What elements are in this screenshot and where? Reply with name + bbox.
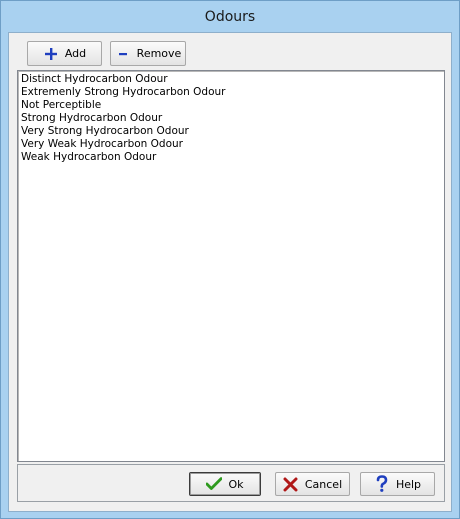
cancel-button-label: Cancel [304, 477, 343, 491]
list-item[interactable]: Very Weak Hydrocarbon Odour [20, 138, 442, 151]
list-item[interactable]: Strong Hydrocarbon Odour [20, 112, 442, 125]
list-item[interactable]: Not Perceptible [20, 99, 442, 112]
x-icon [283, 476, 299, 492]
help-button-label: Help [395, 477, 422, 491]
add-button[interactable]: Add [27, 41, 102, 66]
list-item[interactable]: Extremenly Strong Hydrocarbon Odour [20, 86, 442, 99]
odours-listbox[interactable]: Distinct Hydrocarbon Odour Extremenly St… [17, 70, 445, 462]
ok-button[interactable]: Ok [189, 472, 261, 496]
button-panel: Ok Cancel Help [17, 464, 445, 502]
list-item[interactable]: Weak Hydrocarbon Odour [20, 151, 442, 164]
dialog-client-area: Add Remove Distinct Hydrocarbon Odour Ex… [8, 32, 452, 512]
help-button[interactable]: Help [360, 472, 435, 496]
title-bar[interactable]: Odours [1, 1, 459, 32]
window-title: Odours [204, 8, 256, 25]
cancel-button[interactable]: Cancel [275, 472, 350, 496]
list-item[interactable]: Very Strong Hydrocarbon Odour [20, 125, 442, 138]
remove-button[interactable]: Remove [110, 41, 186, 66]
question-icon [374, 475, 390, 492]
minus-icon [115, 46, 131, 62]
list-item[interactable]: Distinct Hydrocarbon Odour [20, 73, 442, 86]
checkmark-icon [206, 476, 223, 492]
ok-button-label: Ok [228, 477, 244, 491]
odours-dialog: Odours Add Remove Distinct Hydrocarbon O… [0, 0, 460, 519]
remove-button-label: Remove [136, 47, 182, 60]
add-button-label: Add [64, 47, 87, 60]
plus-icon [43, 46, 59, 62]
